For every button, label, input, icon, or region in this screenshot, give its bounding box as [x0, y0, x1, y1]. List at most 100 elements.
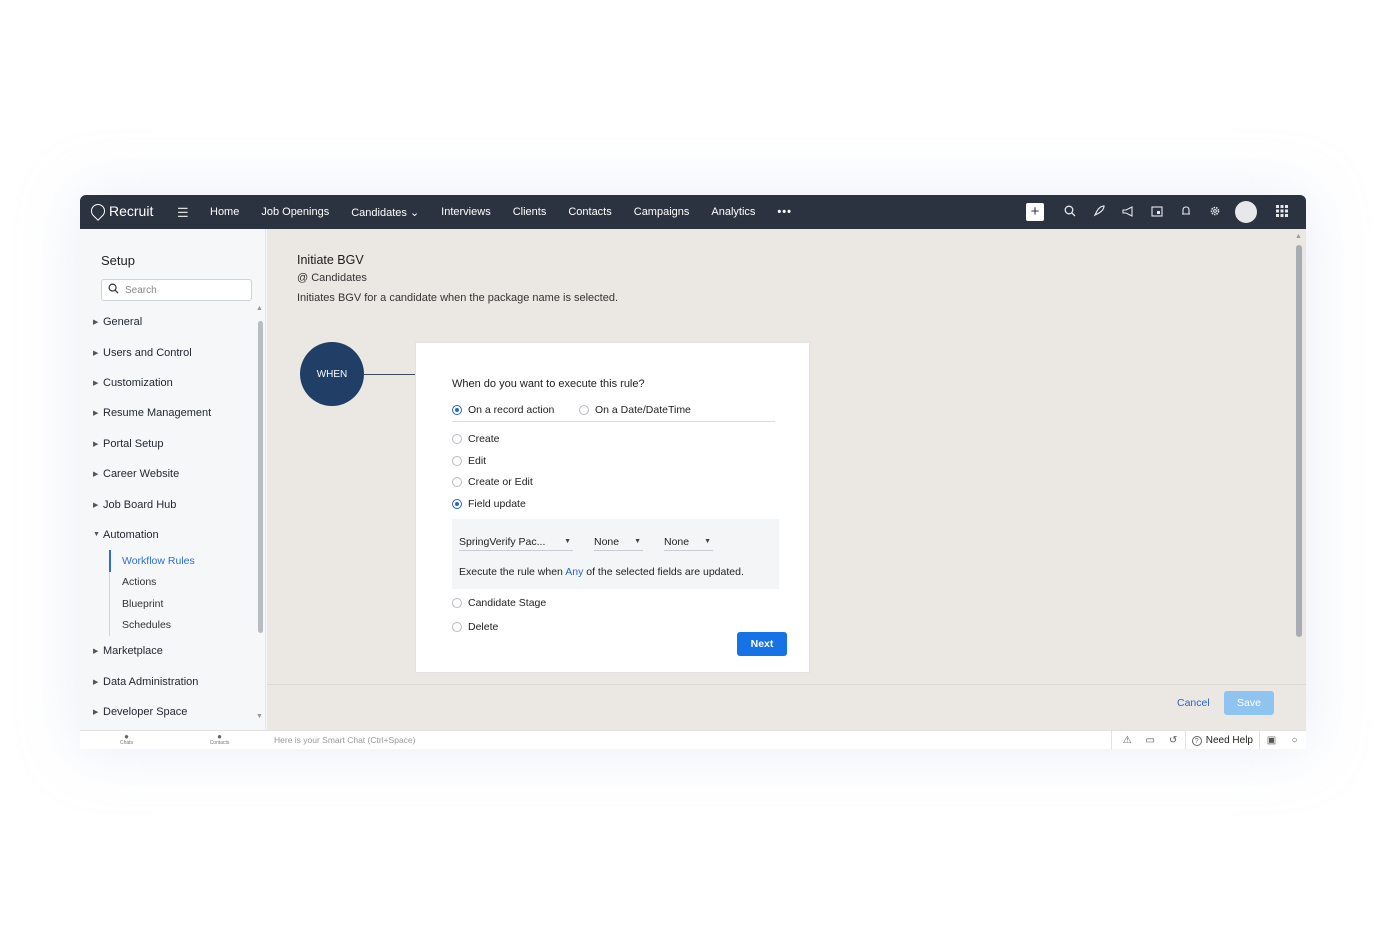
radio-button[interactable] [452, 598, 462, 608]
search-icon[interactable]: ○ [1283, 735, 1306, 746]
sidebar-item-label: Job Board Hub [103, 498, 177, 511]
cancel-button[interactable]: Cancel [1177, 697, 1210, 709]
sidebar-item-automation[interactable]: ▼ Automation [93, 520, 253, 550]
history-icon[interactable]: ↺ [1162, 735, 1185, 746]
calendar-icon[interactable] [1142, 205, 1171, 220]
sidebar-item-career-website[interactable]: ▶ Career Website [93, 459, 253, 489]
sidebar-item-developer-space[interactable]: ▶ Developer Space [93, 697, 253, 727]
radio-button[interactable] [452, 477, 462, 487]
radio-button[interactable] [452, 456, 462, 466]
field-select-2[interactable]: None ▼ [594, 533, 643, 551]
nav-job-openings[interactable]: Job Openings [261, 206, 329, 218]
scrollbar-thumb[interactable] [258, 321, 263, 633]
any-condition-link[interactable]: Any [565, 566, 583, 578]
field-select-3[interactable]: None ▼ [664, 533, 713, 551]
trigger-record-action[interactable]: On a record action [452, 404, 554, 416]
action-delete[interactable]: Delete [452, 621, 498, 633]
bot-icon[interactable]: ▣ [1260, 735, 1283, 746]
caret-right-icon: ▶ [93, 410, 99, 418]
radio-button[interactable] [452, 499, 462, 509]
scrollbar-thumb[interactable] [1296, 245, 1302, 637]
smart-chat-input[interactable]: Here is your Smart Chat (Ctrl+Space) [274, 735, 415, 745]
radio-button[interactable] [452, 405, 462, 415]
nav-clients[interactable]: Clients [513, 206, 547, 218]
sidebar-item-general[interactable]: ▶ General [93, 307, 253, 337]
action-create[interactable]: Create [452, 433, 500, 445]
contacts-tab[interactable]: ● Contacts [173, 731, 266, 749]
sidebar-item-workflow-rules[interactable]: Workflow Rules [109, 550, 253, 572]
need-help-button[interactable]: ? Need Help [1184, 731, 1260, 749]
sidebar-item-actions[interactable]: Actions [110, 572, 253, 594]
sidebar-search-input[interactable]: Search [101, 279, 252, 301]
caret-down-icon: ▼ [93, 531, 100, 539]
when-question: When do you want to execute this rule? [452, 378, 645, 390]
nav-candidates[interactable]: Candidates ⌄ [351, 206, 419, 219]
caret-right-icon: ▶ [93, 379, 99, 387]
trigger-date-time[interactable]: On a Date/DateTime [579, 404, 691, 416]
sidebar-item-label: Customization [103, 376, 173, 389]
sidebar-scrollbar[interactable]: ▲ ▼ [256, 305, 263, 726]
caret-down-icon: ▼ [704, 538, 711, 545]
nav-candidates-label: Candidates [351, 206, 407, 219]
next-button[interactable]: Next [737, 632, 787, 656]
search-icon[interactable] [1055, 205, 1084, 220]
sidebar-item-schedules[interactable]: Schedules [110, 615, 253, 637]
sidebar-item-portal-setup[interactable]: ▶ Portal Setup [93, 429, 253, 459]
execute-condition-text: Execute the rule when Any of the selecte… [459, 566, 744, 578]
trigger-divider [452, 421, 775, 422]
main-scrollbar[interactable]: ▲ [1295, 233, 1303, 729]
brand-logo[interactable]: Recruit [88, 201, 153, 221]
menu-icon[interactable]: ☰ [177, 205, 189, 221]
sidebar-item-marketplace[interactable]: ▶ Marketplace [93, 636, 253, 666]
sidebar-item-blueprint[interactable]: Blueprint [110, 593, 253, 615]
action-field-update[interactable]: Field update [452, 498, 526, 510]
select-value: None [664, 535, 690, 548]
scroll-up-icon[interactable]: ▲ [256, 305, 263, 312]
bottom-bar: ● Chats ● Contacts Here is your Smart Chat… [80, 730, 1306, 749]
sidebar-item-label: Data Administration [103, 675, 199, 688]
action-label: Create [468, 433, 500, 445]
sidebar-item-resume-management[interactable]: ▶ Resume Management [93, 398, 253, 428]
radio-button[interactable] [452, 622, 462, 632]
action-candidate-stage[interactable]: Candidate Stage [452, 597, 546, 609]
avatar[interactable] [1235, 201, 1257, 223]
alert-icon[interactable]: ⚠ [1116, 735, 1139, 746]
automation-submenu: Workflow Rules Actions Blueprint Schedul… [109, 550, 253, 637]
nav-campaigns[interactable]: Campaigns [634, 206, 690, 218]
radio-button[interactable] [452, 434, 462, 444]
field-select-package[interactable]: SpringVerify Pac... ▼ [459, 533, 573, 551]
screen-icon[interactable]: ▭ [1139, 735, 1162, 746]
chats-tab[interactable]: ● Chats [80, 731, 173, 749]
caret-right-icon: ▶ [93, 319, 99, 327]
caret-right-icon: ▶ [93, 709, 99, 717]
sidebar-item-label: Developer Space [103, 706, 188, 719]
action-edit[interactable]: Edit [452, 455, 486, 467]
action-create-or-edit[interactable]: Create or Edit [452, 476, 533, 488]
action-label: Create or Edit [468, 476, 533, 488]
apps-grid-icon[interactable] [1267, 204, 1296, 220]
rocket-icon[interactable] [1084, 204, 1113, 220]
sidebar-item-data-administration[interactable]: ▶ Data Administration [93, 667, 253, 697]
more-icon[interactable]: ••• [777, 206, 792, 218]
scroll-down-icon[interactable]: ▼ [256, 713, 263, 720]
bottom-tabs: ● Chats ● Contacts [80, 731, 267, 749]
scroll-up-icon[interactable]: ▲ [1295, 233, 1302, 240]
action-label: Candidate Stage [468, 597, 547, 609]
need-help-label: Need Help [1205, 735, 1253, 746]
nav-interviews[interactable]: Interviews [441, 206, 491, 218]
bell-icon[interactable] [1171, 205, 1200, 220]
nav-analytics[interactable]: Analytics [711, 206, 755, 218]
gear-icon[interactable] [1200, 205, 1229, 220]
sidebar-item-users-and-control[interactable]: ▶ Users and Control [93, 337, 253, 367]
caret-down-icon: ▼ [634, 538, 641, 545]
sidebar-item-customization[interactable]: ▶ Customization [93, 368, 253, 398]
nav-home[interactable]: Home [210, 206, 239, 218]
sidebar-item-job-board-hub[interactable]: ▶ Job Board Hub [93, 489, 253, 519]
nav-contacts[interactable]: Contacts [568, 206, 611, 218]
plus-icon[interactable]: + [1026, 203, 1044, 221]
caret-down-icon: ▼ [564, 538, 571, 545]
radio-button[interactable] [579, 405, 589, 415]
megaphone-icon[interactable] [1113, 205, 1142, 220]
save-button[interactable]: Save [1224, 691, 1274, 715]
trigger-label: On a Date/DateTime [595, 404, 691, 416]
